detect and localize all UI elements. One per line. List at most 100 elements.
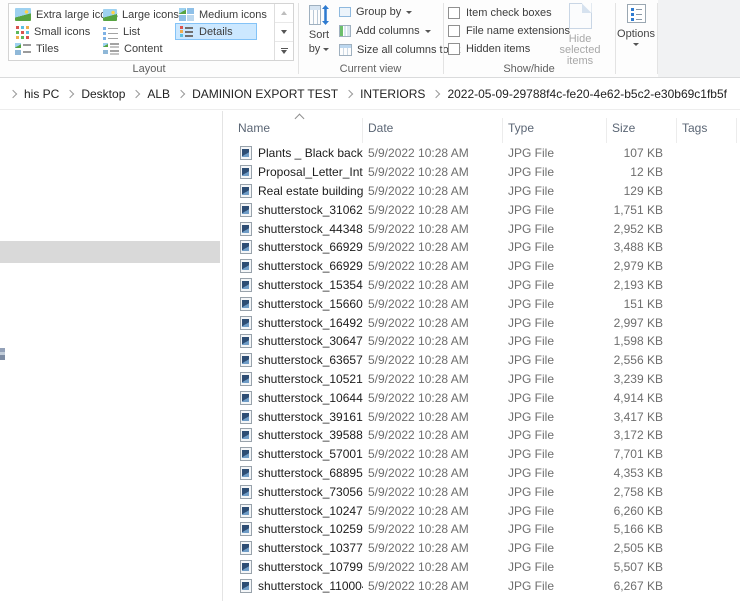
- file-name-text: shutterstock_688953...: [258, 466, 363, 480]
- breadcrumb-chevron-icon: [132, 90, 140, 98]
- file-size-cell: 129 KB: [607, 184, 677, 198]
- file-row[interactable]: Real estate building... 5/9/2022 10:28 A…: [223, 182, 740, 201]
- file-row[interactable]: Proposal_Letter_Inte... 5/9/2022 10:28 A…: [223, 163, 740, 182]
- file-row[interactable]: shutterstock_730569... 5/9/2022 10:28 AM…: [223, 482, 740, 501]
- file-type-cell: JPG File: [503, 203, 607, 217]
- gallery-scroll-down-button[interactable]: [275, 23, 293, 42]
- file-name-text: Real estate building...: [258, 184, 363, 198]
- layout-option-small-icons[interactable]: Small icons: [11, 23, 97, 40]
- file-row[interactable]: shutterstock_570015... 5/9/2022 10:28 AM…: [223, 445, 740, 464]
- breadcrumb: his PC Desktop ALB DAMINION EXPORT TEST: [2, 87, 727, 101]
- breadcrumb-chevron-icon: [432, 90, 440, 98]
- column-header-size[interactable]: Size: [607, 111, 677, 144]
- show-hide-group-label: Show/hide: [443, 63, 615, 75]
- file-size-cell: 3,239 KB: [607, 372, 677, 386]
- add-columns-button[interactable]: Add columns: [339, 23, 431, 39]
- file-row[interactable]: shutterstock_636575... 5/9/2022 10:28 AM…: [223, 351, 740, 370]
- layout-option-content[interactable]: Content: [99, 40, 173, 57]
- file-size-cell: 2,952 KB: [607, 222, 677, 236]
- file-row[interactable]: shutterstock_4434841 5/9/2022 10:28 AM J…: [223, 219, 740, 238]
- medium-icons-icon: [179, 8, 194, 21]
- content-icon: [103, 42, 119, 55]
- jpg-file-icon: [240, 522, 252, 536]
- file-row[interactable]: shutterstock_3106204 5/9/2022 10:28 AM J…: [223, 200, 740, 219]
- file-row[interactable]: shutterstock_102471... 5/9/2022 10:28 AM…: [223, 501, 740, 520]
- file-row[interactable]: shutterstock_103770... 5/9/2022 10:28 AM…: [223, 539, 740, 558]
- file-type-cell: JPG File: [503, 485, 607, 499]
- file-name-cell: shutterstock_395886...: [230, 428, 363, 442]
- column-header-type[interactable]: Type: [503, 111, 607, 144]
- file-row[interactable]: shutterstock_6692950 5/9/2022 10:28 AM J…: [223, 257, 740, 276]
- file-row[interactable]: shutterstock_105210... 5/9/2022 10:28 AM…: [223, 370, 740, 389]
- layout-option-medium-icons[interactable]: Medium icons: [175, 6, 257, 23]
- jpg-file-icon: [240, 579, 252, 593]
- column-header-date[interactable]: Date: [363, 111, 503, 144]
- jpg-file-icon: [240, 372, 252, 386]
- layout-option-large-icons[interactable]: Large icons: [99, 6, 173, 23]
- file-name-cell: shutterstock_6692950: [230, 259, 363, 273]
- file-name-cell: shutterstock_107998...: [230, 560, 363, 574]
- file-row[interactable]: shutterstock_153546... 5/9/2022 10:28 AM…: [223, 276, 740, 295]
- file-name-text: shutterstock_153546...: [258, 278, 363, 292]
- file-type-cell: JPG File: [503, 410, 607, 424]
- jpg-file-icon: [240, 165, 252, 179]
- file-date-cell: 5/9/2022 10:28 AM: [363, 504, 503, 518]
- column-header-tags[interactable]: Tags: [677, 111, 737, 144]
- file-name-text: shutterstock_730569...: [258, 485, 363, 499]
- layout-gallery: Extra large icons Small icons Tiles Larg…: [8, 3, 294, 61]
- breadcrumb-label[interactable]: DAMINION EXPORT TEST: [192, 87, 338, 101]
- file-row[interactable]: shutterstock_391616... 5/9/2022 10:28 AM…: [223, 407, 740, 426]
- jpg-file-icon: [240, 184, 252, 198]
- file-date-cell: 5/9/2022 10:28 AM: [363, 428, 503, 442]
- file-size-cell: 2,505 KB: [607, 541, 677, 555]
- file-date-cell: 5/9/2022 10:28 AM: [363, 297, 503, 311]
- file-size-cell: 7,701 KB: [607, 447, 677, 461]
- column-header-name[interactable]: Name: [230, 111, 363, 144]
- file-row[interactable]: shutterstock_688953... 5/9/2022 10:28 AM…: [223, 464, 740, 483]
- gallery-more-button[interactable]: [275, 42, 293, 60]
- scroll-down-icon: [281, 30, 287, 34]
- file-row[interactable]: shutterstock_306478... 5/9/2022 10:28 AM…: [223, 332, 740, 351]
- file-row[interactable]: shutterstock_395886... 5/9/2022 10:28 AM…: [223, 426, 740, 445]
- hidden-items-checkbox[interactable]: [448, 43, 460, 55]
- file-size-cell: 2,193 KB: [607, 278, 677, 292]
- layout-option-extra-large-icons[interactable]: Extra large icons: [11, 6, 97, 23]
- file-type-cell: JPG File: [503, 184, 607, 198]
- jpg-file-icon: [240, 410, 252, 424]
- file-row[interactable]: shutterstock_106444... 5/9/2022 10:28 AM…: [223, 388, 740, 407]
- file-name-cell: shutterstock_6692941: [230, 240, 363, 254]
- file-type-cell: JPG File: [503, 334, 607, 348]
- gallery-scroll-up-button[interactable]: [275, 4, 293, 23]
- layout-option-list[interactable]: List: [99, 23, 173, 40]
- file-row[interactable]: shutterstock_6692941 5/9/2022 10:28 AM J…: [223, 238, 740, 257]
- file-size-cell: 4,914 KB: [607, 391, 677, 405]
- file-row[interactable]: shutterstock_107998... 5/9/2022 10:28 AM…: [223, 558, 740, 577]
- file-name-extensions-checkbox[interactable]: [448, 25, 460, 37]
- layout-option-details[interactable]: Details: [175, 23, 257, 40]
- file-name-cell: shutterstock_103770...: [230, 541, 363, 555]
- group-by-button[interactable]: Group by: [339, 4, 412, 20]
- options-button[interactable]: Options: [616, 4, 656, 74]
- breadcrumb-label[interactable]: ALB: [147, 87, 170, 101]
- item-check-boxes-checkbox[interactable]: [448, 7, 460, 19]
- dropdown-arrow-icon: [323, 48, 329, 51]
- breadcrumb-label[interactable]: 2022-05-09-29788f4c-fe20-4e62-b5c2-e30b6…: [447, 87, 727, 101]
- file-row[interactable]: shutterstock_110004... 5/9/2022 10:28 AM…: [223, 576, 740, 595]
- file-row[interactable]: shutterstock_156608... 5/9/2022 10:28 AM…: [223, 294, 740, 313]
- file-row[interactable]: Plants _ Black backg... 5/9/2022 10:28 A…: [223, 144, 740, 163]
- file-date-cell: 5/9/2022 10:28 AM: [363, 410, 503, 424]
- breadcrumb-label[interactable]: INTERIORS: [360, 87, 425, 101]
- file-size-cell: 5,166 KB: [607, 522, 677, 536]
- file-row[interactable]: shutterstock_102595... 5/9/2022 10:28 AM…: [223, 520, 740, 539]
- address-bar[interactable]: his PC Desktop ALB DAMINION EXPORT TEST: [0, 79, 740, 110]
- jpg-file-icon: [240, 560, 252, 574]
- file-date-cell: 5/9/2022 10:28 AM: [363, 372, 503, 386]
- list-icon: [103, 25, 118, 39]
- breadcrumb-label[interactable]: his PC: [24, 87, 59, 101]
- file-type-cell: JPG File: [503, 522, 607, 536]
- layout-option-tiles[interactable]: Tiles: [11, 40, 97, 57]
- file-row[interactable]: shutterstock_164923... 5/9/2022 10:28 AM…: [223, 313, 740, 332]
- file-type-cell: JPG File: [503, 353, 607, 367]
- breadcrumb-label[interactable]: Desktop: [81, 87, 125, 101]
- nav-selected-item[interactable]: [0, 241, 220, 263]
